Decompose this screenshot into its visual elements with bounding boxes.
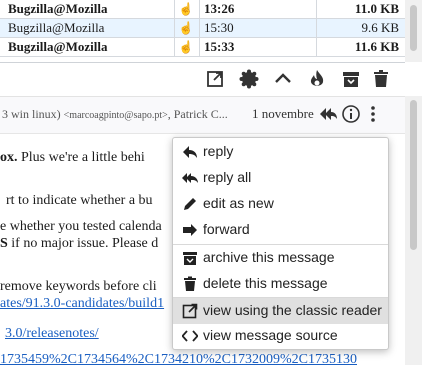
body-text-line: ox. Plus we're a little behi	[0, 150, 145, 166]
menu-item-archive[interactable]: archive this message	[173, 245, 388, 271]
message-date: 15:33	[204, 39, 235, 54]
recipients: 3 win linux) <marcoagpinto@sapo.pt>, Pat…	[2, 107, 228, 122]
menu-item-reply[interactable]: reply	[173, 139, 388, 165]
column-divider	[199, 38, 200, 56]
archive-icon[interactable]	[340, 68, 362, 90]
menu-item-forward[interactable]: forward	[173, 217, 388, 243]
message-date: 15:30	[204, 20, 234, 35]
message-date: 13:26	[204, 1, 235, 16]
menu-item-view-source[interactable]: view message source	[173, 323, 388, 349]
menu-item-label: reply all	[203, 169, 252, 185]
body-text-line: remove keywords before cli	[0, 279, 157, 294]
thread-icon[interactable]: ☝	[175, 19, 197, 37]
body-text: Plus we're a little behi	[17, 150, 145, 165]
info-icon[interactable]	[341, 104, 361, 124]
message-size: 11.6 KB	[354, 39, 399, 54]
trash-icon	[182, 276, 198, 292]
chevron-up-icon[interactable]	[272, 68, 294, 90]
message-row[interactable]: Bugzilla@Mozilla ☝ 13:26 11.0 KB	[0, 0, 405, 19]
message-list: Bugzilla@Mozilla ☝ 13:26 11.0 KB Bugzill…	[0, 0, 405, 57]
reply-all-icon[interactable]	[318, 104, 338, 124]
menu-item-label: delete this message	[203, 275, 328, 291]
menu-item-label: archive this message	[203, 249, 335, 265]
forward-icon	[182, 222, 198, 238]
menu-item-label: forward	[203, 221, 250, 237]
menu-item-reply-all[interactable]: reply all	[173, 165, 388, 191]
menu-item-edit-as-new[interactable]: edit as new	[173, 191, 388, 217]
message-date: 1 novembre	[252, 106, 314, 121]
scrollbar-thumb[interactable]	[410, 100, 417, 250]
body-text-line: rt to indicate whether a bu	[6, 193, 153, 208]
body-link[interactable]: 3.0/releasenotes/	[5, 326, 99, 342]
menu-item-label: view using the classic reader	[203, 302, 382, 318]
body-bold-text: ox.	[0, 150, 18, 165]
more-options-icon[interactable]	[363, 104, 383, 124]
menu-item-label: view message source	[203, 327, 338, 343]
message-sender: Bugzilla@Mozilla	[8, 39, 108, 54]
message-sender: Bugzilla@Mozilla	[8, 20, 105, 35]
column-divider	[199, 0, 200, 18]
message-context-menu: reply reply all edit as new forward arch…	[172, 137, 389, 350]
flame-icon[interactable]	[306, 68, 328, 90]
body-link[interactable]: 1735459%2C1734564%2C1734210%2C1732009%2C…	[0, 352, 357, 368]
message-row[interactable]: Bugzilla@Mozilla ☝ 15:30 9.6 KB	[0, 19, 405, 38]
body-text-line: e whether you tested calenda	[0, 219, 162, 234]
reply-icon	[182, 144, 198, 160]
column-divider	[316, 0, 317, 18]
trash-icon[interactable]	[370, 68, 392, 90]
recipients-prefix: 3 win linux)	[2, 107, 61, 121]
pencil-icon	[182, 196, 198, 212]
column-divider	[199, 19, 200, 37]
message-sender: Bugzilla@Mozilla	[8, 1, 108, 16]
body-text-line: S if no major issue. Please d	[0, 236, 158, 252]
open-in-new-icon	[182, 303, 198, 319]
body-link[interactable]: ates/91.3.0-candidates/build1	[0, 296, 164, 312]
message-row[interactable]: Bugzilla@Mozilla ☝ 15:33 11.6 KB	[0, 38, 405, 57]
menu-item-label: edit as new	[203, 195, 274, 211]
column-divider	[316, 19, 317, 37]
code-icon	[181, 328, 199, 344]
thread-icon[interactable]: ☝	[175, 38, 197, 56]
message-size: 9.6 KB	[361, 20, 399, 35]
reply-all-icon	[182, 170, 198, 186]
menu-item-delete[interactable]: delete this message	[173, 271, 388, 297]
flower-icon[interactable]	[238, 68, 260, 90]
scrollbar-thumb[interactable]	[410, 5, 417, 51]
message-size: 11.0 KB	[354, 1, 399, 16]
body-bold-text: S	[0, 236, 8, 251]
thread-icon[interactable]: ☝	[175, 0, 197, 18]
message-toolbar	[0, 63, 405, 97]
message-header: 3 win linux) <marcoagpinto@sapo.pt>, Pat…	[0, 97, 405, 134]
recipients-suffix[interactable]: , Patrick C...	[168, 107, 228, 121]
archive-icon	[182, 250, 198, 266]
message-list-scrollbar[interactable]	[405, 0, 422, 62]
message-body-scrollbar[interactable]	[405, 96, 422, 365]
menu-item-classic-reader[interactable]: view using the classic reader	[173, 298, 388, 324]
recipient-address[interactable]: <marcoagpinto@sapo.pt>	[64, 110, 168, 121]
menu-item-label: reply	[203, 143, 234, 159]
column-divider	[316, 38, 317, 56]
open-in-new-icon[interactable]	[204, 68, 226, 90]
body-text: if no major issue. Please d	[7, 236, 159, 251]
